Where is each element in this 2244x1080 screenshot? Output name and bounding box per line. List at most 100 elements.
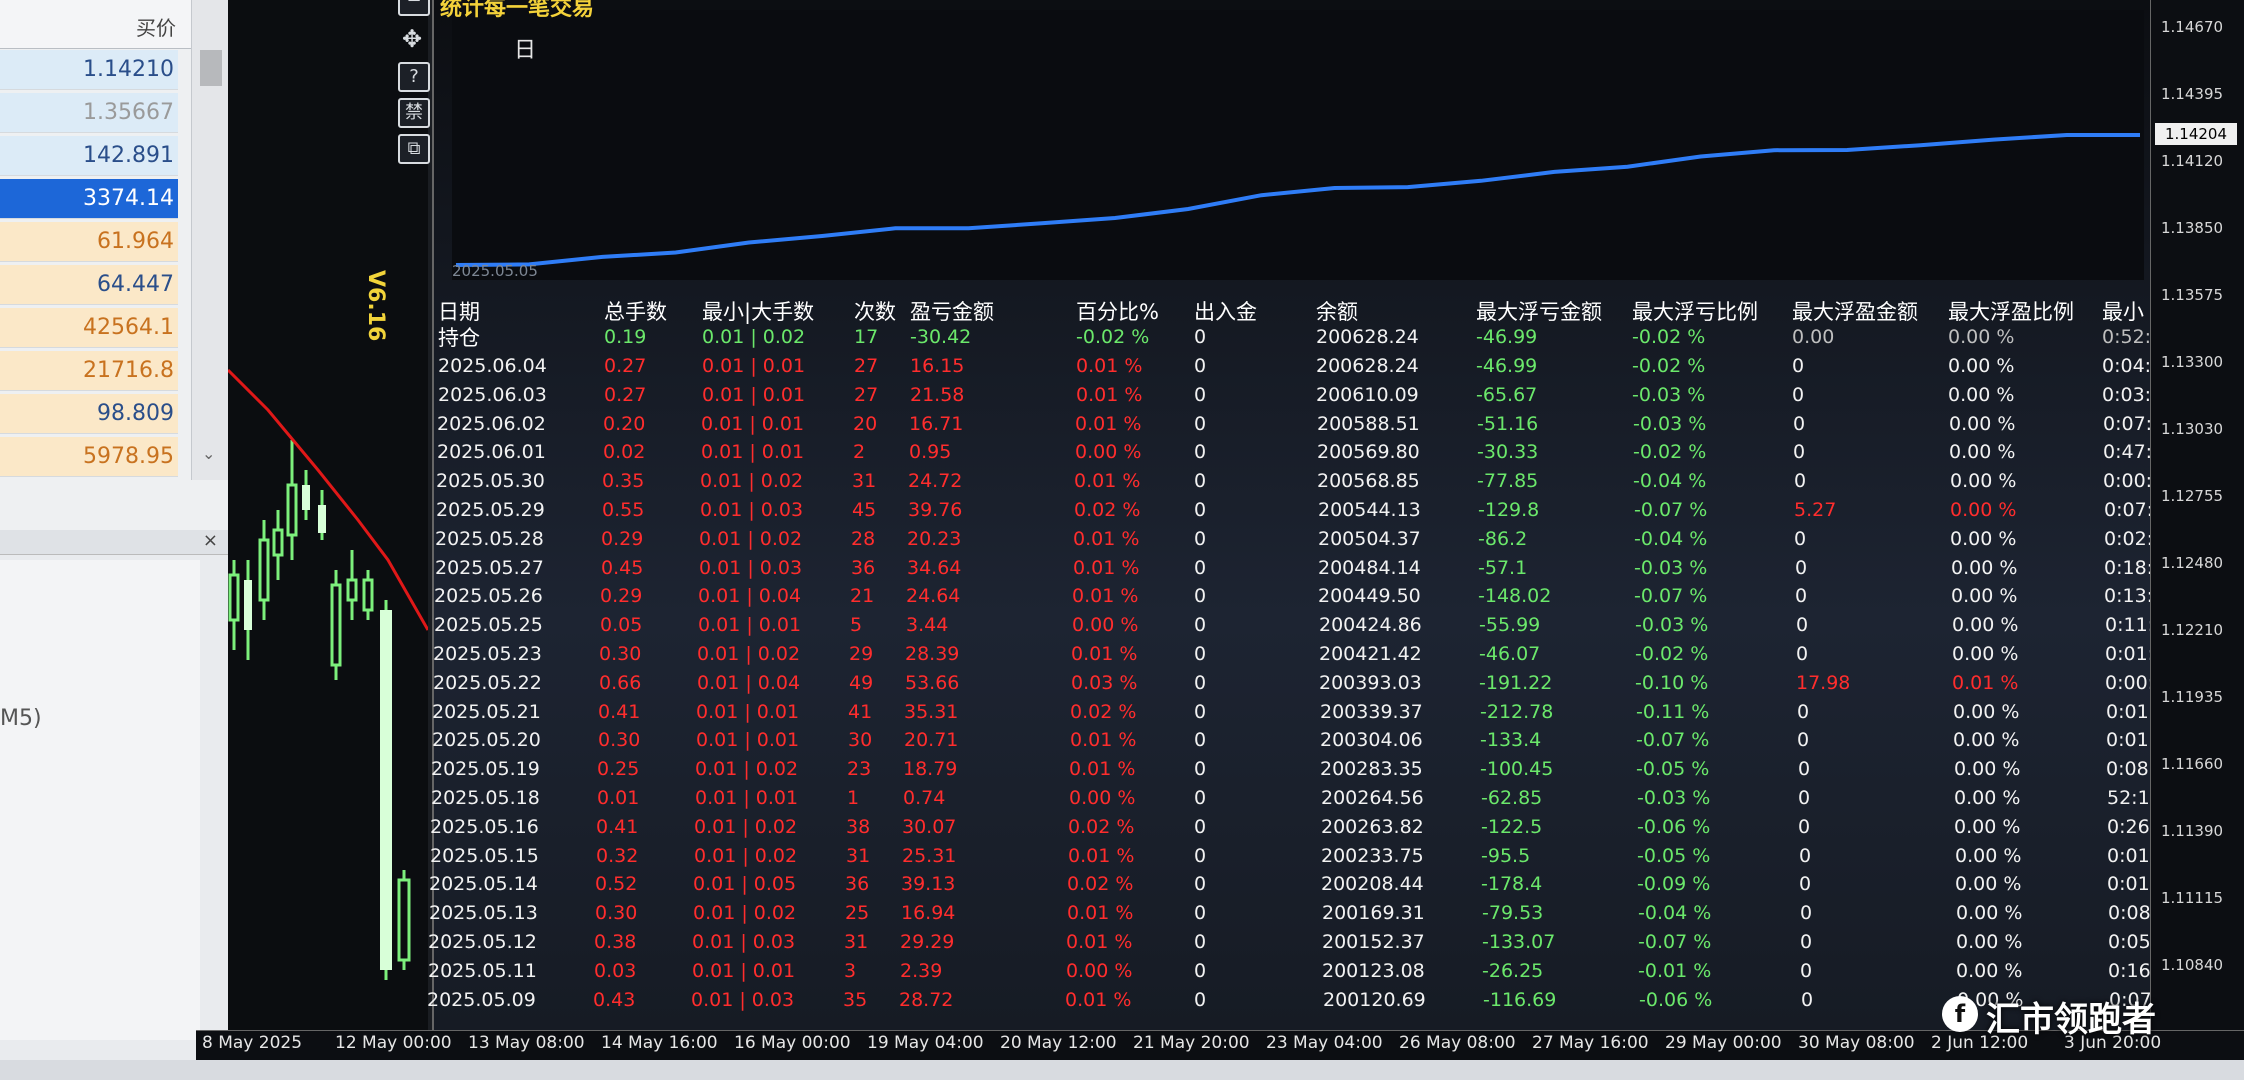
indicator-version: V6.16 [363,270,388,342]
row-max-profit: 0 [1793,412,1806,435]
market-watch-row[interactable]: 98.809 [0,394,178,434]
row-date: 2025.05.27 [435,556,544,579]
candles [228,440,411,980]
row-lots: 0.30 [599,643,642,665]
row-balance: 200123.08 [1322,959,1425,982]
row-date: 2025.05.22 [433,671,542,694]
time-tick: 30 May 08:00 [1798,1033,1915,1053]
price-tick: 1.13300 [2161,353,2224,371]
row-max-loss: -51.16 [1477,412,1539,435]
row-flow: 0 [1194,758,1207,781]
row-minmax: 0.01 | 0.01 [695,787,799,809]
row-date: 2025.05.11 [428,959,537,982]
row-balance: 200504.37 [1318,527,1421,550]
row-max-profit: 0 [1798,758,1811,781]
row-max-profit: 0 [1793,441,1806,464]
row-balance: 200421.42 [1319,643,1422,665]
column-header: 最大浮亏金额 [1476,300,1602,324]
row-max-profit-pct: 0.00 % [1953,729,2020,752]
main-chart[interactable]: 2025.05.05 日期 总手数 最小|大手数 次数 盈亏金额 百分比% 出入金 余额 最大浮… [427,0,2170,1030]
row-max-loss-pct: -0.02 % [1635,643,1709,665]
row-pnl: 0.74 [903,787,946,809]
row-pnl: 2.39 [900,959,943,982]
row-pct: 0.01 % [1067,902,1134,925]
row-minmax: 0.01 | 0.05 [693,873,797,896]
time-tick: 20 May 12:00 [1000,1033,1117,1053]
time-tick: 19 May 04:00 [867,1033,984,1053]
row-count: 41 [848,700,873,723]
market-watch-row[interactable]: 42564.1 [0,308,178,348]
curve-start-label: 2025.05.05 [452,262,538,280]
row-pct: 0.02 % [1070,700,1137,723]
row-lots: 0.41 [596,815,639,838]
row-count: 3 [844,959,857,982]
row-pnl: 28.72 [899,988,954,1011]
row-count: 28 [851,527,876,550]
bid-column-header[interactable]: 买价 [136,12,176,41]
row-max-profit-pct: 0.00 % [1954,758,2021,781]
row-max-profit-pct: 0.00 % [1948,355,2015,377]
row-minmax: 0.01 | 0.01 [701,412,805,435]
scroll-down-icon[interactable]: ⌄ [202,444,215,463]
row-flow: 0 [1194,931,1207,953]
market-watch-row[interactable]: 142.891 [0,136,178,176]
market-watch-scrollbar[interactable]: ⌄ [191,0,228,480]
minimize-icon[interactable]: − [398,0,430,16]
market-watch-row[interactable]: 64.447 [0,265,178,305]
row-max-loss-pct: -0.09 % [1637,873,1711,896]
row-pnl: 0.95 [909,441,952,464]
restore-icon[interactable]: ⧉ [398,134,430,164]
help-icon[interactable]: ? [398,62,430,92]
row-date: 2025.05.20 [432,729,541,752]
row-count: 36 [851,556,876,579]
price-tick: 1.14395 [2161,85,2224,103]
market-watch-row[interactable]: 5978.95 [0,437,178,477]
market-watch-row[interactable]: 1.14210 [0,50,178,90]
lock-icon[interactable]: 禁 [398,98,430,128]
row-minmax: 0.01 | 0.03 [700,499,804,521]
row-max-profit-pct: 0.00 % [1950,527,2017,550]
current-price-label: 1.14204 [2155,123,2237,145]
row-pnl: 34.64 [907,556,962,579]
row-count: 2 [853,441,866,464]
row-max-profit: 0 [1798,787,1811,809]
row-max-loss-pct: -0.06 % [1637,815,1711,838]
row-flow: 0 [1194,700,1207,723]
row-max-profit: 0 [1795,556,1808,579]
row-pnl: 16.15 [910,355,965,377]
row-max-loss: -86.2 [1478,527,1528,550]
row-max-profit-pct: 0.00 % [1956,902,2023,925]
close-icon[interactable]: × [203,530,218,551]
market-watch-row[interactable]: 61.964 [0,222,178,262]
row-count: 31 [846,844,871,867]
move-icon[interactable]: ✥ [398,26,426,52]
time-tick: 27 May 16:00 [1532,1033,1649,1053]
row-lots: 0.25 [597,758,640,781]
row-max-profit-pct: 0.00 % [1950,470,2017,493]
row-flow: 0 [1194,383,1207,406]
row-balance: 200393.03 [1319,671,1422,694]
row-date: 2025.05.15 [430,844,539,867]
row-pnl: 16.71 [909,412,964,435]
price-axis[interactable]: 1.14670 1.14395 1.14120 1.13850 1.13575 1.133… [2150,0,2244,1030]
row-count: 21 [850,585,875,608]
market-watch-panel: 买价 1.14210 1.35667 142.891 3374.14 61.964 64.… [0,0,230,530]
time-tick: 8 May 2025 [202,1033,303,1053]
summary-max-loss-pct: -0.02 % [1632,326,1706,348]
price-tick: 1.13850 [2161,219,2224,237]
column-header: 最小 [2102,300,2144,324]
market-watch-row[interactable]: 3374.14 [0,179,178,219]
row-minmax: 0.01 | 0.02 [695,758,799,781]
summary-pnl: -30.42 [910,326,972,348]
row-max-loss: -55.99 [1479,614,1541,637]
row-pct: 0.01 % [1071,643,1138,665]
scrollbar-thumb[interactable] [200,50,222,86]
row-max-loss-pct: -0.05 % [1637,844,1711,867]
row-date: 2025.05.25 [434,614,543,637]
market-watch-row[interactable]: 21716.8 [0,351,178,391]
row-balance: 200610.09 [1316,383,1419,406]
market-watch-row[interactable]: 1.35667 [0,93,178,133]
row-pct: 0.01 % [1073,527,1140,550]
column-header: 余额 [1316,300,1358,324]
time-axis[interactable]: 8 May 2025 12 May 00:00 13 May 08:00 14 May… [196,1030,2244,1061]
